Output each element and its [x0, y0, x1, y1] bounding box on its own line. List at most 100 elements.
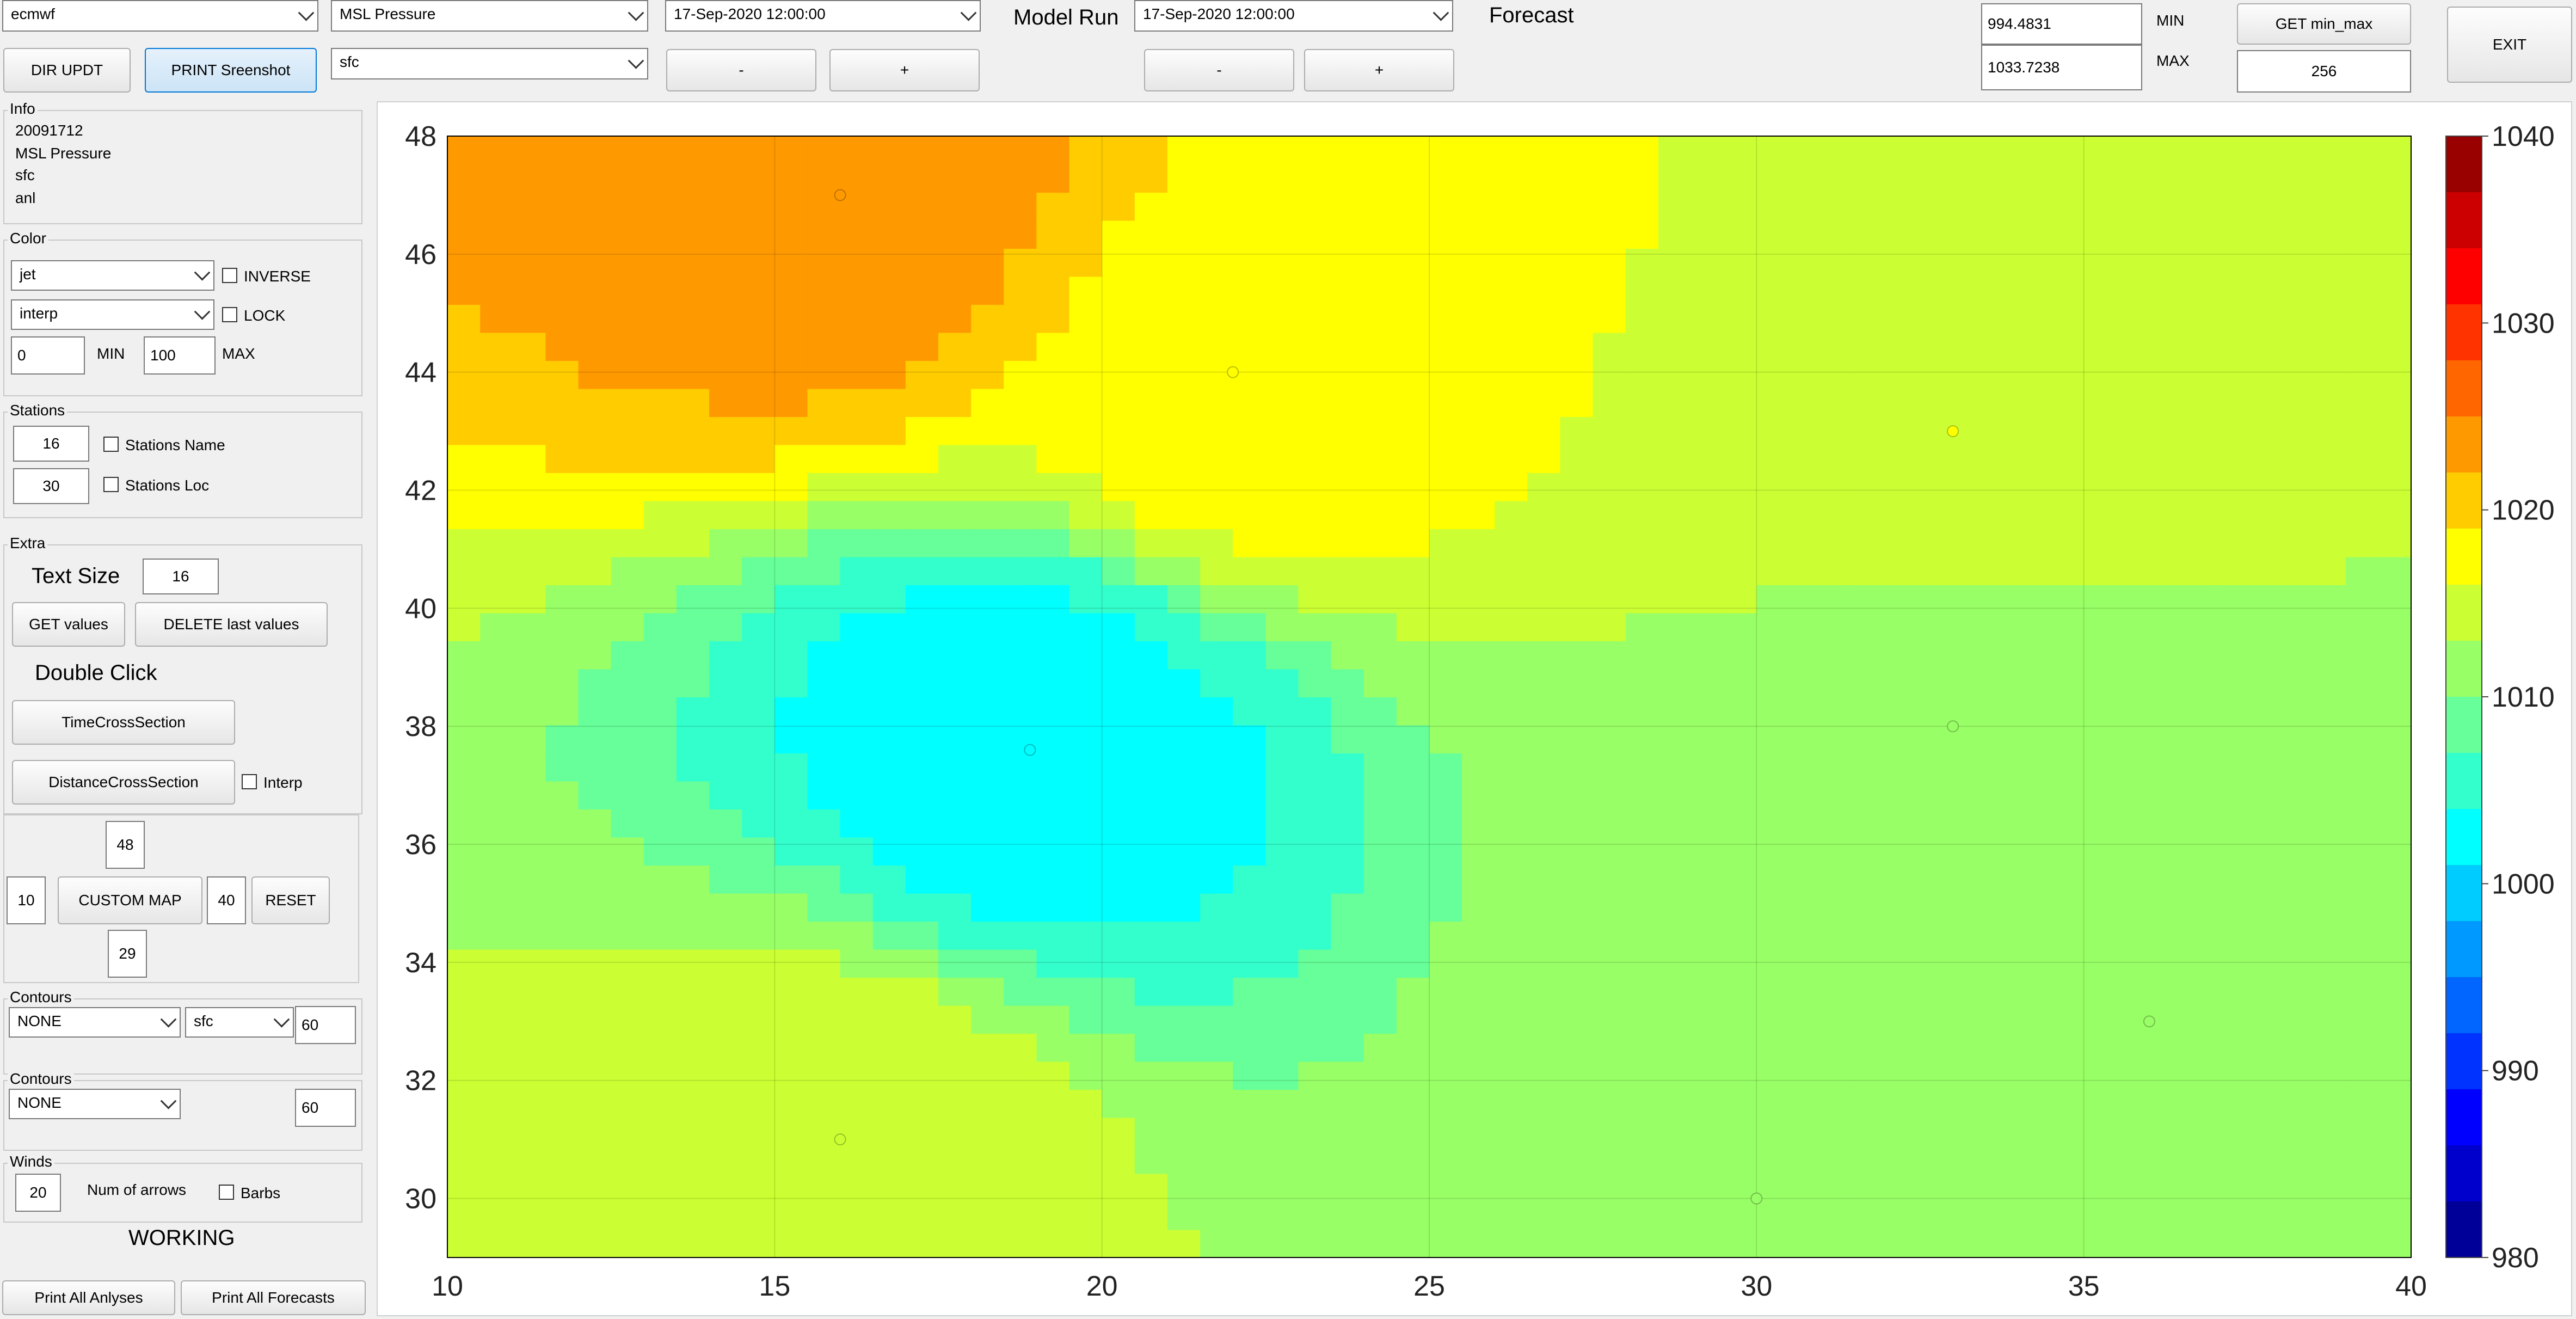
custom-map-button[interactable]: CUSTOM MAP — [58, 876, 202, 924]
heatmap-cell — [774, 837, 808, 866]
south-lat-field[interactable]: 29 — [108, 930, 147, 978]
heatmap-cell — [545, 164, 579, 193]
color-min-field[interactable]: 0 — [11, 336, 85, 375]
heatmap-cell — [1985, 837, 2019, 866]
heatmap-cell — [872, 977, 906, 1006]
heatmap-cell — [1527, 276, 1561, 305]
heatmap-cell — [2018, 612, 2052, 641]
heatmap-cell — [2018, 304, 2052, 333]
heatmap-cell — [709, 1201, 743, 1230]
heatmap-cell — [872, 529, 906, 557]
get-min-max-button[interactable]: GET min_max — [2237, 3, 2411, 45]
heatmap-cell — [742, 1145, 776, 1174]
time-cross-section-button[interactable]: TimeCrossSection — [12, 700, 235, 745]
heatmap-cell — [2051, 668, 2085, 697]
print-all-analyses-button[interactable]: Print All Anlyses — [2, 1280, 175, 1315]
heatmap-cell — [2018, 725, 2052, 753]
heatmap-cell — [2051, 585, 2085, 614]
heatmap-cell — [1724, 697, 1757, 726]
contours1-count-field[interactable]: 60 — [295, 1006, 356, 1044]
heatmap-cell — [1429, 1117, 1463, 1146]
analysis-next-button[interactable]: + — [829, 49, 980, 91]
heatmap-cell — [1265, 276, 1299, 305]
heatmap-cell — [2215, 1033, 2248, 1062]
contours1-variable-select[interactable]: NONE — [9, 1007, 181, 1038]
heatmap-cell — [676, 725, 710, 753]
forecast-prev-button[interactable]: - — [1144, 49, 1294, 91]
heatmap-cell — [872, 585, 906, 614]
heatmap-cell — [1363, 585, 1397, 614]
heatmap-cell — [578, 781, 612, 809]
colorbar-segment — [2446, 753, 2482, 809]
heatmap-cell — [1756, 977, 1790, 1006]
contours1-level-select[interactable]: sfc — [185, 1007, 294, 1038]
heatmap-cell — [1756, 893, 1790, 922]
distance-cross-section-button[interactable]: DistanceCrossSection — [12, 760, 235, 805]
min-value-field[interactable]: 994.4831 — [1981, 3, 2142, 45]
heatmap-cell — [742, 556, 776, 585]
heatmap-cell — [513, 809, 546, 838]
stations-loc-size-field[interactable]: 30 — [13, 468, 89, 504]
stations-name-size-field[interactable]: 16 — [13, 426, 89, 462]
heatmap-cell — [1560, 585, 1594, 614]
contours2-count-field[interactable]: 60 — [295, 1089, 356, 1127]
shading-select[interactable]: interp — [11, 299, 214, 330]
heatmap-cell — [807, 444, 841, 473]
heatmap-cell — [1854, 556, 1888, 585]
stations-loc-checkbox[interactable] — [103, 477, 119, 492]
colorbar-tick-label: 1000 — [2492, 868, 2555, 900]
heatmap-cell — [1363, 136, 1397, 165]
heatmap-cell — [938, 220, 972, 249]
heatmap-cell — [1789, 388, 1823, 417]
heatmap-cell — [1495, 248, 1528, 277]
colormap-select[interactable]: jet — [11, 260, 214, 291]
heatmap-cell — [1102, 977, 1135, 1006]
print-screenshot-button[interactable]: PRINT Sreenshot — [145, 48, 317, 93]
get-values-button[interactable]: GET values — [12, 602, 125, 647]
level-select[interactable]: sfc — [331, 48, 648, 79]
heatmap-cell — [447, 136, 481, 165]
text-size-field[interactable]: 16 — [143, 559, 219, 594]
double-click-label: Double Click — [35, 661, 157, 685]
print-all-forecasts-button[interactable]: Print All Forecasts — [181, 1280, 366, 1315]
heatmap-cell — [1887, 725, 1921, 753]
barbs-checkbox[interactable] — [219, 1185, 234, 1200]
variable-select[interactable]: MSL Pressure — [331, 0, 648, 32]
lock-checkbox[interactable] — [222, 307, 237, 322]
reset-button[interactable]: RESET — [251, 876, 330, 924]
model-select[interactable]: ecmwf — [2, 0, 318, 32]
forecast-next-button[interactable]: + — [1304, 49, 1454, 91]
pressure-map-chart[interactable]: 10 15 20 25 30 35 4030323436384042444648980990… — [378, 102, 2571, 1315]
levels-field[interactable]: 256 — [2237, 50, 2411, 93]
max-value-field[interactable]: 1033.7238 — [1981, 45, 2142, 90]
heatmap-cell — [1200, 192, 1234, 221]
color-max-field[interactable]: 100 — [144, 336, 216, 375]
dir-updt-button[interactable]: DIR UPDT — [3, 48, 131, 93]
heatmap-cell — [1233, 192, 1267, 221]
inverse-checkbox[interactable] — [222, 268, 237, 283]
exit-button[interactable]: EXIT — [2447, 7, 2572, 83]
delete-values-button[interactable]: DELETE last values — [135, 602, 328, 647]
north-lat-field[interactable]: 48 — [106, 821, 145, 869]
heatmap-cell — [1200, 1117, 1234, 1146]
heatmap-cell — [1134, 304, 1168, 333]
forecast-date-select[interactable]: 17-Sep-2020 12:00:00 — [1134, 0, 1453, 32]
heatmap-cell — [1134, 1005, 1168, 1034]
contours2-variable-select[interactable]: NONE — [9, 1089, 181, 1119]
east-lon-field[interactable]: 40 — [207, 876, 246, 924]
stations-name-checkbox[interactable] — [103, 437, 119, 452]
heatmap-cell — [1004, 977, 1037, 1006]
interp-checkbox[interactable] — [242, 774, 257, 789]
heatmap-cell — [1363, 248, 1397, 277]
heatmap-cell — [513, 136, 546, 165]
colorbar-segment — [2446, 360, 2482, 417]
heatmap-cell — [1822, 332, 1855, 361]
analysis-date-select[interactable]: 17-Sep-2020 12:00:00 — [665, 0, 981, 32]
heatmap-cell — [2215, 641, 2248, 670]
heatmap-cell — [1004, 781, 1037, 809]
west-lon-field[interactable]: 10 — [7, 876, 46, 924]
winds-count-field[interactable]: 20 — [15, 1174, 61, 1212]
heatmap-cell — [1102, 500, 1135, 529]
heatmap-cell — [2280, 865, 2314, 894]
analysis-prev-button[interactable]: - — [666, 49, 816, 91]
